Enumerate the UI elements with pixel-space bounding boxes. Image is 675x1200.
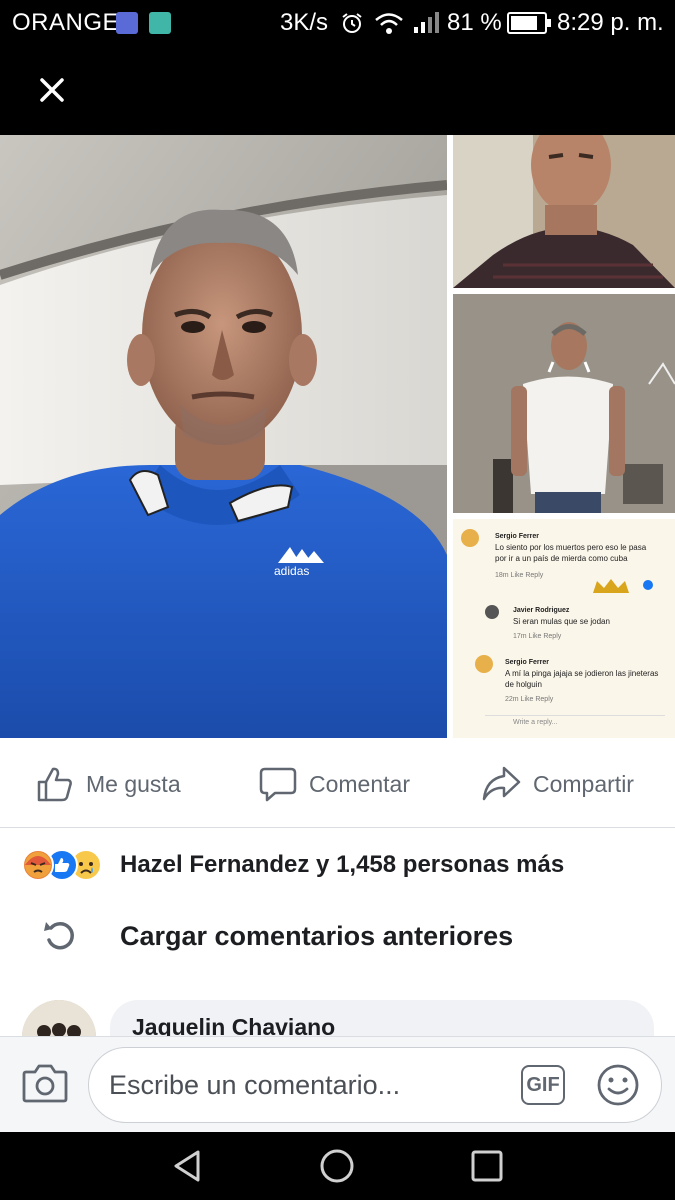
like-count-badge	[643, 580, 653, 590]
comment-button[interactable]: Comentar	[259, 740, 410, 828]
comment-bubble[interactable]: Jaquelin Chaviano	[110, 1000, 654, 1036]
close-button[interactable]	[30, 68, 74, 112]
commenter-avatar	[475, 655, 493, 673]
screenshot-comment-3: Sergio Ferrer A mí la pinga jajaja se jo…	[505, 659, 659, 703]
camera-icon	[22, 1064, 68, 1103]
crown-sticker-icon	[593, 579, 629, 593]
comment-label: Comentar	[309, 770, 410, 797]
angry-icon	[22, 849, 54, 881]
avatar[interactable]	[22, 1000, 96, 1036]
home-button[interactable]	[319, 1148, 355, 1189]
clock: 8:29 p. m.	[557, 9, 664, 36]
back-button[interactable]	[170, 1148, 206, 1189]
load-previous-comments[interactable]: Cargar comentarios anteriores	[0, 905, 675, 967]
home-circle-icon	[320, 1149, 354, 1183]
main-photo-image: adidas	[0, 135, 447, 738]
health-app-icon	[116, 12, 138, 34]
alarm-icon	[342, 13, 362, 33]
recents-button[interactable]	[469, 1148, 505, 1189]
camera-button[interactable]	[22, 1063, 68, 1108]
photo-collage: adidas Sergio Ferrer Lo siento por los m…	[0, 135, 675, 740]
speech-bubble-icon	[259, 767, 297, 802]
signal-icon	[414, 12, 439, 33]
comment-item: Jaquelin Chaviano	[0, 1000, 675, 1036]
share-arrow-icon	[482, 766, 521, 801]
screenshot-reply-field: Write a reply...	[485, 715, 665, 729]
emoji-button[interactable]	[596, 1063, 640, 1112]
commenter-avatar	[485, 605, 499, 619]
load-previous-comments-label: Cargar comentarios anteriores	[120, 920, 514, 951]
viewer-top-bar	[0, 46, 675, 135]
reactions-summary-text: Hazel Fernandez y 1,458 personas más	[120, 851, 565, 878]
comment-author[interactable]: Jaquelin Chaviano	[132, 1014, 335, 1036]
like-button[interactable]: Me gusta	[36, 740, 181, 828]
photo-thumbnail-3[interactable]: Sergio Ferrer Lo siento por los muertos …	[453, 519, 675, 738]
network-speed: 3K/s	[280, 9, 329, 36]
comment-input[interactable]: Escribe un comentario... GIF	[88, 1047, 662, 1123]
svg-text:adidas: adidas	[274, 564, 309, 578]
share-label: Compartir	[533, 770, 634, 797]
gif-button[interactable]: GIF	[521, 1065, 565, 1105]
commenter-avatar	[461, 529, 479, 547]
refresh-icon	[44, 921, 74, 950]
screenshot-comment-2: Javier Rodriguez Si eran mulas que se jo…	[513, 607, 610, 640]
status-bar: ORANGE 3K/s 81 % 8:29 p. m.	[0, 0, 675, 46]
recents-square-icon	[471, 1150, 503, 1182]
wifi-icon	[375, 13, 403, 34]
share-button[interactable]: Compartir	[481, 740, 634, 828]
smiley-icon	[597, 1064, 639, 1106]
main-photo[interactable]: adidas	[0, 135, 447, 738]
photo-thumbnail-1-image	[453, 135, 675, 288]
close-icon	[40, 78, 64, 102]
battery-icon	[507, 12, 551, 34]
post-action-bar: Me gusta Comentar Compartir	[0, 740, 675, 828]
reactions-summary[interactable]: Hazel Fernandez y 1,458 personas más	[22, 838, 564, 892]
thumbs-up-icon	[37, 767, 72, 802]
like-label: Me gusta	[86, 770, 181, 797]
gallery-app-icon	[149, 12, 171, 34]
battery-percent: 81 %	[447, 9, 502, 36]
back-triangle-icon	[174, 1150, 200, 1182]
photo-thumbnail-1[interactable]	[453, 135, 675, 288]
photo-thumbnail-2-image	[453, 294, 675, 513]
comment-input-placeholder: Escribe un comentario...	[109, 1070, 401, 1100]
screenshot-comment-1: Sergio Ferrer Lo siento por los muertos …	[495, 533, 647, 579]
photo-thumbnail-2[interactable]	[453, 294, 675, 513]
system-navigation-bar	[0, 1132, 675, 1200]
carrier-name: ORANGE	[12, 9, 120, 36]
comment-composer: Escribe un comentario... GIF	[0, 1036, 675, 1132]
